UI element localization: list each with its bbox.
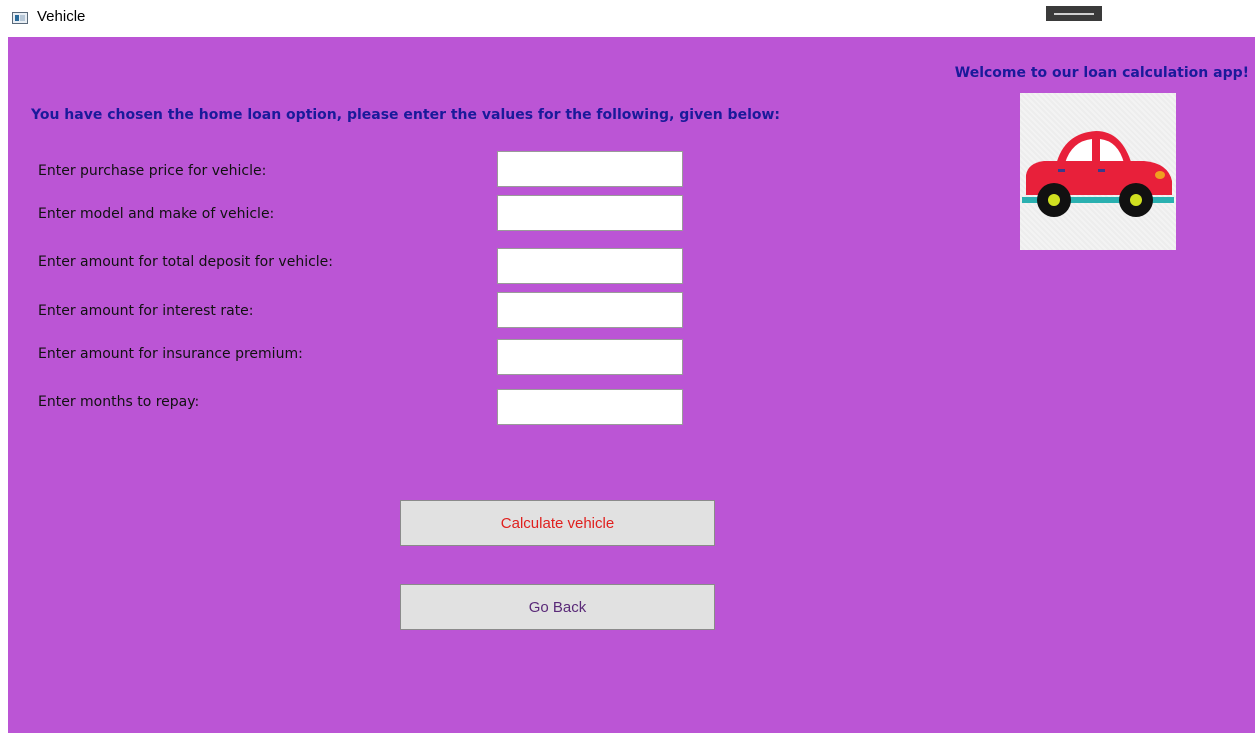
main-panel: Welcome to our loan calculation app! You… — [8, 37, 1255, 733]
months-repay-label: Enter months to repay: — [38, 394, 200, 410]
purchase-price-label: Enter purchase price for vehicle: — [38, 163, 267, 179]
model-make-input[interactable] — [497, 195, 683, 231]
months-repay-input[interactable] — [497, 389, 683, 425]
app-window-icon — [12, 12, 28, 24]
model-make-label: Enter model and make of vehicle: — [38, 206, 275, 222]
title-bar: Vehicle — [0, 0, 1255, 37]
interest-rate-input[interactable] — [497, 292, 683, 328]
total-deposit-label: Enter amount for total deposit for vehic… — [38, 254, 334, 270]
car-image — [1020, 93, 1176, 250]
insurance-premium-input[interactable] — [497, 339, 683, 375]
minimize-button[interactable] — [1046, 6, 1102, 21]
insurance-premium-label: Enter amount for insurance premium: — [38, 346, 303, 362]
car-icon — [1022, 131, 1174, 217]
window-title: Vehicle — [37, 8, 86, 25]
purchase-price-input[interactable] — [497, 151, 683, 187]
interest-rate-label: Enter amount for interest rate: — [38, 303, 254, 319]
go-back-button[interactable]: Go Back — [400, 584, 715, 630]
instruction-text: You have chosen the home loan option, pl… — [31, 107, 781, 123]
total-deposit-input[interactable] — [497, 248, 683, 284]
calculate-vehicle-button[interactable]: Calculate vehicle — [400, 500, 715, 546]
welcome-message: Welcome to our loan calculation app! — [954, 65, 1249, 81]
